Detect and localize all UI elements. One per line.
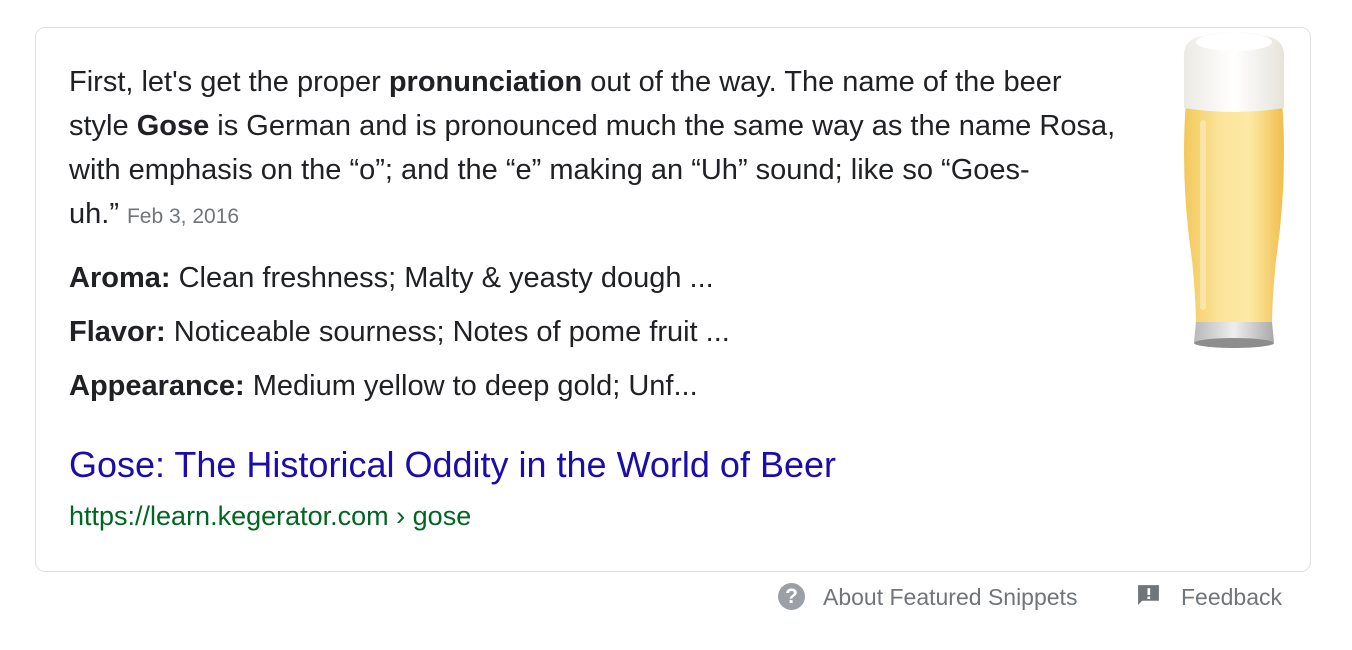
fact-row-flavor: Flavor: Noticeable sourness; Notes of po… [69, 310, 1119, 364]
fact-label: Appearance: [69, 370, 245, 402]
beer-glass-illustration [1183, 32, 1285, 348]
about-featured-snippets-label: About Featured Snippets [823, 584, 1078, 610]
result-title-link[interactable]: Gose: The Historical Oddity in the World… [69, 440, 836, 490]
snippet-bold-gose: Gose [136, 110, 210, 142]
snippet-text-part1: First, let's get the proper [69, 66, 389, 98]
fact-row-aroma: Aroma: Clean freshness; Malty & yeasty d… [69, 256, 1119, 310]
fact-value: Noticeable sourness; Notes of pome fruit… [165, 316, 730, 348]
facts-list: Aroma: Clean freshness; Malty & yeasty d… [69, 256, 1119, 418]
help-icon: ? [778, 583, 805, 611]
fact-value: Clean freshness; Malty & yeasty dough ..… [170, 262, 714, 294]
beer-glass-image[interactable] [1174, 30, 1294, 350]
snippet-footer: ? About Featured Snippets Feedback [0, 577, 1352, 617]
fact-value: Medium yellow to deep gold; Unf... [244, 370, 698, 402]
feedback-icon [1138, 585, 1159, 606]
fact-label: Aroma: [69, 262, 171, 294]
snippet-date: Feb 3, 2016 [126, 205, 240, 228]
snippet-text: First, let's get the proper pronunciatio… [69, 60, 1119, 239]
about-featured-snippets-link[interactable]: ? About Featured Snippets [778, 577, 1077, 617]
fact-row-appearance: Appearance: Medium yellow to deep gold; … [69, 364, 1119, 418]
snippet-bold-pronunciation: pronunciation [388, 66, 583, 98]
result-url[interactable]: https://learn.kegerator.com › gose [69, 496, 471, 536]
feedback-label: Feedback [1181, 584, 1283, 610]
fact-label: Flavor: [69, 316, 166, 348]
featured-snippet-card: First, let's get the proper pronunciatio… [35, 27, 1311, 572]
feedback-link[interactable]: Feedback [1136, 577, 1282, 617]
